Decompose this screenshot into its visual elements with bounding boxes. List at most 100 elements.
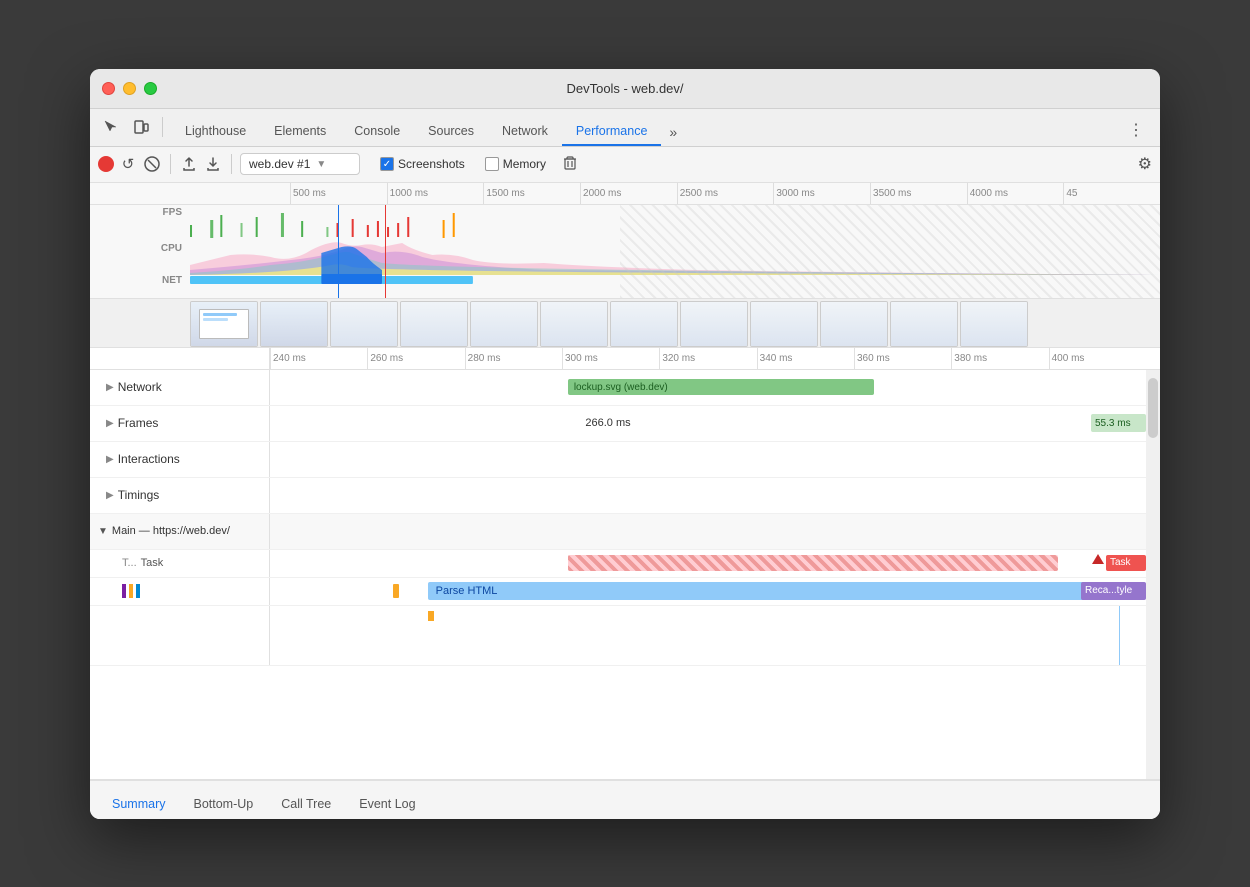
screenshot-thumb-1[interactable] bbox=[260, 301, 328, 347]
task-warning-icon bbox=[1092, 554, 1104, 564]
bottom-tabs: Summary Bottom-Up Call Tree Event Log bbox=[90, 779, 1160, 819]
track-rows: ▶ Network lockup.svg (web.dev) bbox=[90, 370, 1146, 779]
screenshot-thumb-6[interactable] bbox=[610, 301, 678, 347]
settings-button[interactable]: ⚙ bbox=[1138, 154, 1152, 174]
ruler-mark-0: 500 ms bbox=[290, 183, 387, 204]
detail-ruler: 240 ms 260 ms 280 ms 300 ms 320 ms 340 m… bbox=[90, 348, 1160, 370]
parse-html-row-label bbox=[90, 578, 270, 605]
memory-checkbox[interactable] bbox=[485, 157, 499, 171]
screenshot-thumb-11[interactable] bbox=[960, 301, 1028, 347]
frames-end-text: 55.3 ms bbox=[1095, 418, 1131, 429]
timings-track: ▶ Timings bbox=[90, 478, 1146, 514]
cpu-label: CPU bbox=[161, 243, 182, 254]
screenshot-thumb-4[interactable] bbox=[470, 301, 538, 347]
ruler-mark-7: 4000 ms bbox=[967, 183, 1064, 204]
tab-performance[interactable]: Performance bbox=[562, 118, 662, 146]
frames-end-label: 55.3 ms bbox=[1091, 414, 1146, 432]
task-row-1-label: T... Task bbox=[90, 550, 270, 577]
hatch-overlay bbox=[620, 205, 1160, 298]
recalc-style-label: Reca...tyle bbox=[1085, 585, 1132, 596]
main-section-label[interactable]: ▼ Main — https://web.dev/ bbox=[90, 514, 270, 549]
task-row-1-prefix: T... bbox=[122, 557, 137, 569]
reload-button[interactable]: ↺ bbox=[118, 154, 138, 174]
ruler-detail-6: 360 ms bbox=[854, 348, 951, 369]
ruler-detail-1: 260 ms bbox=[367, 348, 464, 369]
recalc-style-bar[interactable]: Reca...tyle bbox=[1081, 582, 1146, 601]
tab-lighthouse[interactable]: Lighthouse bbox=[171, 118, 260, 146]
tab-event-log[interactable]: Event Log bbox=[345, 789, 429, 819]
close-button[interactable] bbox=[102, 82, 115, 95]
frames-track-label[interactable]: ▶ Frames bbox=[90, 406, 270, 441]
tab-call-tree[interactable]: Call Tree bbox=[267, 789, 345, 819]
scrollbar[interactable] bbox=[1146, 370, 1160, 779]
parse-html-yellow-block bbox=[393, 584, 399, 598]
scrollbar-thumb[interactable] bbox=[1148, 378, 1158, 438]
device-icon[interactable] bbox=[128, 114, 154, 140]
ruler-mark-1: 1000 ms bbox=[387, 183, 484, 204]
inspect-icon[interactable] bbox=[98, 114, 124, 140]
toolbar-separator bbox=[162, 117, 163, 137]
minimize-button[interactable] bbox=[123, 82, 136, 95]
fps-label: FPS bbox=[163, 207, 182, 218]
screenshot-thumb-8[interactable] bbox=[750, 301, 818, 347]
parse-html-content: Parse HTML Reca...tyle bbox=[270, 578, 1146, 605]
task-row-1-name: Task bbox=[141, 557, 164, 569]
url-selector[interactable]: web.dev #1 ▼ bbox=[240, 153, 360, 175]
frames-label-text: Frames bbox=[118, 416, 159, 430]
delete-recording-button[interactable] bbox=[562, 155, 578, 174]
network-item-label: lockup.svg (web.dev) bbox=[574, 382, 668, 393]
screenshot-thumb-7[interactable] bbox=[680, 301, 748, 347]
overview-panel: 500 ms 1000 ms 1500 ms 2000 ms 2500 ms 3… bbox=[90, 183, 1160, 348]
screenshot-thumb-0[interactable] bbox=[190, 301, 258, 347]
tab-bottom-up[interactable]: Bottom-Up bbox=[179, 789, 267, 819]
empty-row-1 bbox=[90, 606, 1146, 666]
ruler-detail-4: 320 ms bbox=[659, 348, 756, 369]
record-bar: ↺ web.dev #1 ▼ ✓ Scr bbox=[90, 147, 1160, 183]
network-label-text: Network bbox=[118, 380, 162, 394]
cursor-line bbox=[338, 205, 339, 298]
screenshot-thumb-5[interactable] bbox=[540, 301, 608, 347]
network-track: ▶ Network lockup.svg (web.dev) bbox=[90, 370, 1146, 406]
record-button[interactable] bbox=[98, 156, 114, 172]
sep2 bbox=[231, 154, 232, 174]
maximize-button[interactable] bbox=[144, 82, 157, 95]
network-item-lockup[interactable]: lockup.svg (web.dev) bbox=[568, 379, 875, 395]
interactions-track-label[interactable]: ▶ Interactions bbox=[90, 442, 270, 477]
tab-sources[interactable]: Sources bbox=[414, 118, 488, 146]
frames-track-content: 266.0 ms 55.3 ms bbox=[270, 406, 1146, 441]
task-bar-1[interactable] bbox=[568, 555, 1059, 571]
main-section-content bbox=[270, 514, 1146, 549]
network-track-label[interactable]: ▶ Network bbox=[90, 370, 270, 405]
tab-console[interactable]: Console bbox=[340, 118, 414, 146]
net-label: NET bbox=[162, 275, 182, 286]
upload-button[interactable] bbox=[179, 154, 199, 174]
nav-tabs: Lighthouse Elements Console Sources Netw… bbox=[171, 109, 1152, 146]
fps-cpu-net-area: FPS CPU NET bbox=[90, 205, 1160, 298]
screenshots-checkbox[interactable]: ✓ bbox=[380, 157, 394, 171]
parse-html-bar[interactable]: Parse HTML bbox=[428, 582, 1103, 601]
title-bar: DevTools - web.dev/ bbox=[90, 69, 1160, 109]
main-expand-icon: ▼ bbox=[98, 526, 108, 537]
screenshot-thumb-2[interactable] bbox=[330, 301, 398, 347]
download-button[interactable] bbox=[203, 154, 223, 174]
devtools-menu-button[interactable]: ⋮ bbox=[1120, 114, 1152, 146]
main-label-text: Main — https://web.dev/ bbox=[112, 525, 230, 537]
ruler-mark-8: 45 bbox=[1063, 183, 1160, 204]
clear-button[interactable] bbox=[142, 154, 162, 174]
track-container: ▶ Network lockup.svg (web.dev) bbox=[90, 370, 1160, 779]
timings-track-label[interactable]: ▶ Timings bbox=[90, 478, 270, 513]
main-track-header: ▼ Main — https://web.dev/ bbox=[90, 514, 1146, 550]
frames-time-label: 266.0 ms bbox=[585, 417, 630, 429]
tab-network[interactable]: Network bbox=[488, 118, 562, 146]
tab-summary[interactable]: Summary bbox=[98, 789, 179, 819]
tab-elements[interactable]: Elements bbox=[260, 118, 340, 146]
ruler-left-pad bbox=[90, 348, 270, 369]
ruler-detail-7: 380 ms bbox=[951, 348, 1048, 369]
screenshot-thumb-3[interactable] bbox=[400, 301, 468, 347]
screenshot-thumb-9[interactable] bbox=[820, 301, 888, 347]
task-end-label-1: Task bbox=[1110, 557, 1131, 568]
ruler-detail-5: 340 ms bbox=[757, 348, 854, 369]
more-tabs-button[interactable]: » bbox=[661, 118, 685, 146]
screenshot-thumb-10[interactable] bbox=[890, 301, 958, 347]
task-row-1: T... Task Task bbox=[90, 550, 1146, 578]
